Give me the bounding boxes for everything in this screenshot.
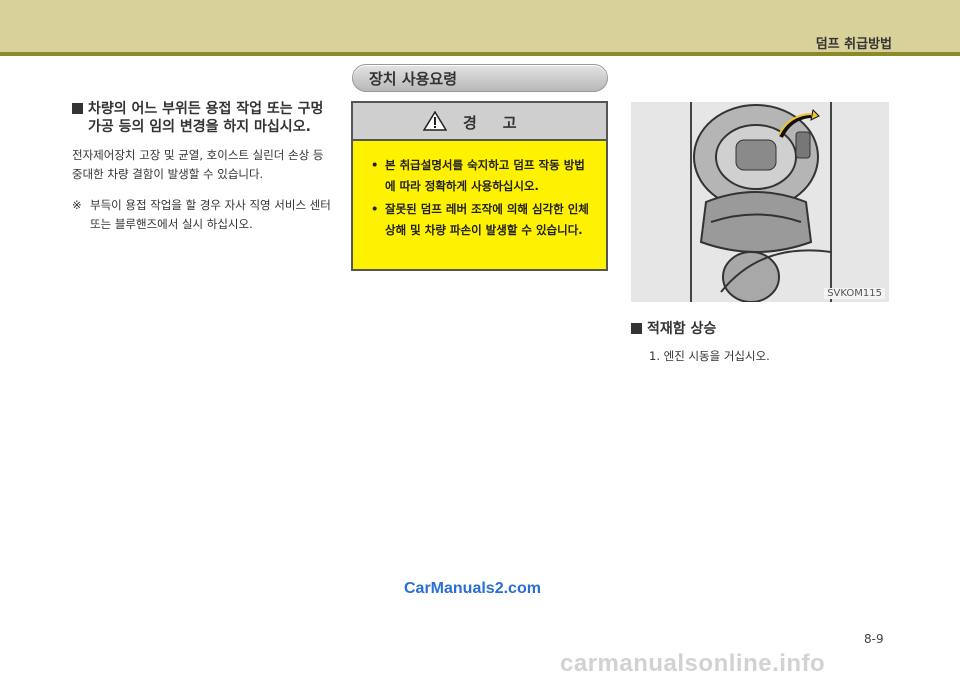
section-pill: 장치 사용요령 bbox=[352, 64, 608, 92]
warning-title: 경고 bbox=[463, 114, 543, 132]
watermark-text: carmanualsonline.info bbox=[560, 650, 826, 677]
step-1: 1. 엔진 시동을 거십시오. bbox=[649, 349, 770, 363]
dump-lever-figure: SVKOM115 bbox=[631, 102, 889, 302]
warning-triangle-icon bbox=[423, 111, 447, 131]
right-column: 적재함 상승 1. 엔진 시동을 거십시오. bbox=[631, 320, 889, 364]
square-bullet-icon bbox=[72, 103, 83, 114]
left-body: 전자제어장치 고장 및 균열, 호이스트 실린더 손상 등 중대한 차량 결함이… bbox=[72, 148, 324, 181]
square-bullet-icon bbox=[631, 323, 642, 334]
site-link[interactable]: CarManuals2.com bbox=[404, 580, 541, 598]
left-column: 차량의 어느 부위든 용접 작업 또는 구멍 가공 등의 임의 변경을 하지 마… bbox=[72, 100, 334, 234]
note-mark: ※ bbox=[72, 198, 82, 212]
right-heading-text: 적재함 상승 bbox=[647, 321, 717, 337]
figure-code: SVKOM115 bbox=[824, 288, 885, 299]
header-rule bbox=[0, 52, 960, 56]
warning-item: • 잘못된 덤프 레버 조작에 의해 심각한 인체 상해 및 차량 파손이 발생할… bbox=[371, 202, 589, 237]
section-pill-label: 장치 사용요령 bbox=[369, 70, 458, 88]
left-note: ※ 부득이 용접 작업을 할 경우 자사 직영 서비스 센터 또는 블루핸즈에서… bbox=[72, 196, 334, 234]
warning-box: 경고 • 본 취급설명서를 숙지하고 덤프 작동 방법에 따라 정확하게 사용하십… bbox=[351, 101, 608, 271]
page-number: 8-9 bbox=[864, 632, 884, 646]
left-note-text: 부득이 용접 작업을 할 경우 자사 직영 서비스 센터 또는 블루핸즈에서 실… bbox=[90, 198, 331, 231]
right-heading: 적재함 상승 bbox=[631, 320, 889, 338]
warning-header: 경고 bbox=[353, 103, 606, 141]
cab-interior-illustration bbox=[631, 102, 889, 302]
warning-item: • 본 취급설명서를 숙지하고 덤프 작동 방법에 따라 정확하게 사용하십시오. bbox=[371, 158, 585, 193]
chapter-title: 덤프 취급방법 bbox=[815, 37, 892, 52]
left-heading-text: 차량의 어느 부위든 용접 작업 또는 구멍 가공 등의 임의 변경을 하지 마… bbox=[88, 101, 324, 135]
left-heading: 차량의 어느 부위든 용접 작업 또는 구멍 가공 등의 임의 변경을 하지 마… bbox=[72, 100, 334, 136]
warning-list: • 본 취급설명서를 숙지하고 덤프 작동 방법에 따라 정확하게 사용하십시오.… bbox=[353, 155, 606, 241]
